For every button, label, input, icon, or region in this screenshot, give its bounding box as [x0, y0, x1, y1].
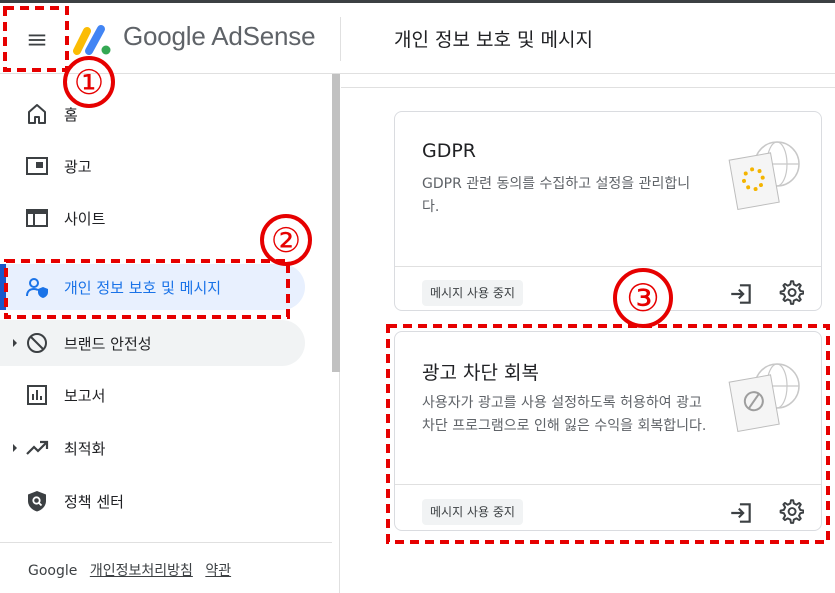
card-footer-divider — [395, 484, 821, 485]
header-divider — [340, 17, 341, 61]
sidebar-footer: Google 개인정보처리방침 약관 — [28, 560, 239, 580]
adsense-logo-icon — [73, 25, 111, 55]
sidebar-item-reports[interactable]: 보고서 — [0, 372, 305, 418]
ad-block-recovery-card: 광고 차단 회복 사용자가 광고를 사용 설정하도록 허용하여 광고 차단 프로… — [394, 331, 822, 531]
expand-caret-icon — [13, 339, 17, 347]
sidebar-item-label: 최적화 — [64, 440, 106, 458]
sidebar-item-brand-safety[interactable]: 브랜드 안전성 — [0, 320, 305, 366]
sidebar-item-home[interactable]: 홈 — [0, 91, 305, 137]
card-title: 광고 차단 회복 — [422, 362, 539, 384]
main-menu-button[interactable] — [8, 9, 66, 71]
sidebar-item-label: 홈 — [64, 106, 78, 124]
sidebar-footer-divider — [0, 542, 332, 543]
terms-link[interactable]: 약관 — [205, 563, 231, 579]
active-indicator — [0, 264, 6, 310]
sidebar-scrollbar[interactable] — [332, 74, 340, 372]
sidebar-nav: 홈 광고 사이트 개인 정보 보호 및 메시지 브랜드 안전성 보고서 최적화 … — [0, 74, 340, 593]
sidebar-item-label: 광고 — [64, 158, 92, 176]
block-icon — [27, 333, 47, 353]
ad-block-illustration — [728, 363, 800, 433]
messaging-status-chip: 메시지 사용 중지 — [422, 280, 523, 306]
gear-settings-icon[interactable] — [778, 498, 804, 524]
sidebar-item-label: 보고서 — [64, 387, 106, 405]
content-top-divider — [341, 74, 835, 88]
messaging-status-chip: 메시지 사용 중지 — [422, 499, 523, 525]
sidebar-item-label: 정책 센터 — [64, 493, 124, 511]
gdpr-eu-flag-illustration — [728, 141, 800, 211]
privacy-icon — [26, 278, 48, 298]
sidebar-item-policy-center[interactable]: 정책 센터 — [0, 478, 305, 524]
sidebar-item-optimization[interactable]: 최적화 — [0, 425, 305, 471]
footer-brand: Google — [28, 563, 78, 579]
gear-settings-icon[interactable] — [778, 279, 804, 305]
policy-shield-icon — [28, 491, 46, 512]
sites-icon — [26, 209, 48, 227]
card-footer-divider — [395, 266, 821, 267]
sidebar-item-label: 개인 정보 보호 및 메시지 — [64, 279, 222, 297]
page-title: 개인 정보 보호 및 메시지 — [394, 29, 593, 51]
card-description: GDPR 관련 동의를 수집하고 설정을 관리합니다. — [422, 176, 691, 215]
sidebar-item-label: 브랜드 안전성 — [64, 335, 152, 353]
open-login-icon[interactable] — [728, 281, 754, 307]
gdpr-card: GDPR GDPR 관련 동의를 수집하고 설정을 관리합니다. 메시지 사용 … — [394, 111, 822, 311]
sidebar-item-label: 사이트 — [64, 210, 106, 228]
privacy-policy-link[interactable]: 개인정보처리방침 — [90, 563, 193, 579]
ads-icon — [26, 157, 48, 175]
card-title: GDPR — [422, 140, 477, 162]
sidebar-item-ads[interactable]: 광고 — [0, 143, 305, 189]
logo-wordmark: Google AdSense — [123, 21, 316, 51]
expand-caret-icon — [13, 444, 17, 452]
sidebar-item-sites[interactable]: 사이트 — [0, 195, 305, 241]
reports-icon — [27, 385, 47, 405]
hamburger-menu-icon — [28, 34, 46, 46]
open-login-icon[interactable] — [728, 500, 754, 526]
app-header: Google AdSense 개인 정보 보호 및 메시지 — [0, 3, 835, 74]
home-icon — [28, 104, 46, 124]
sidebar-item-privacy-messaging[interactable]: 개인 정보 보호 및 메시지 — [0, 264, 305, 310]
card-description: 사용자가 광고를 사용 설정하도록 허용하여 광고 차단 프로그램으로 인해 잃… — [422, 395, 707, 434]
trending-up-icon — [26, 440, 49, 455]
